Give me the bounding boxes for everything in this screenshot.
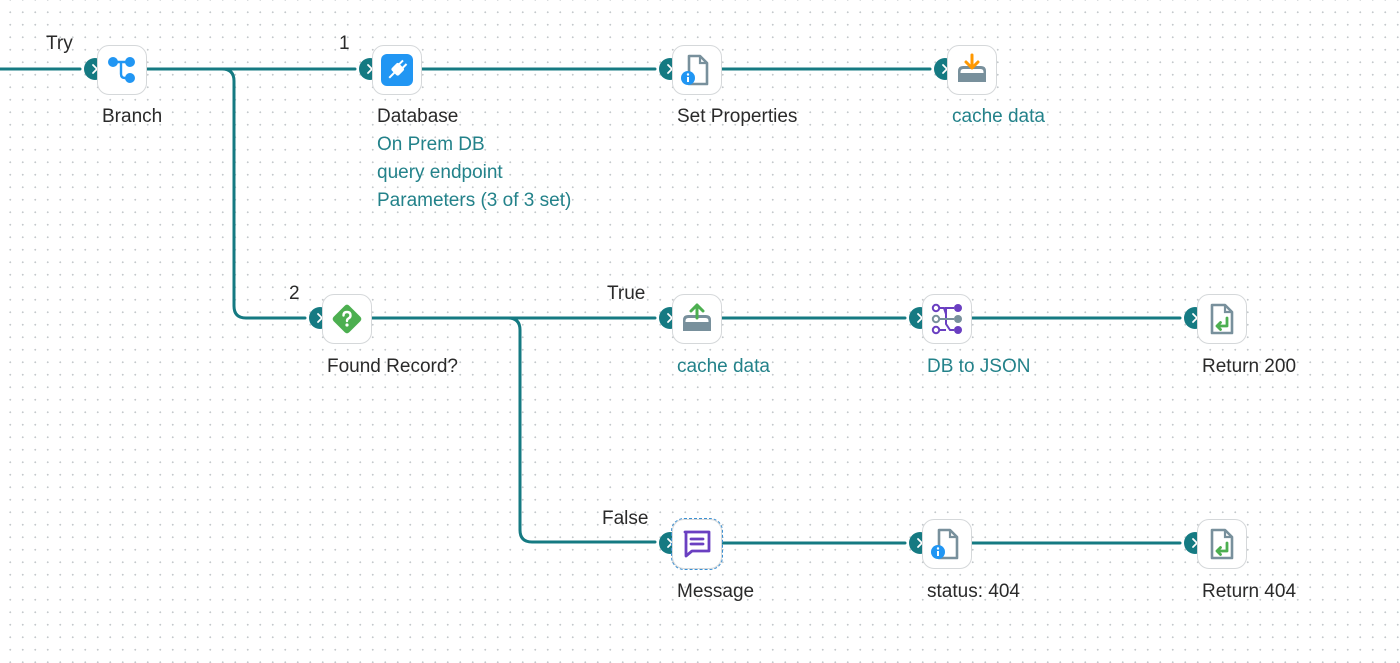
node-branch[interactable]: [84, 45, 147, 95]
message-shape[interactable]: [671, 518, 723, 570]
edge-label-step-2: 2: [289, 283, 300, 304]
node-message[interactable]: [659, 518, 723, 570]
edge-label-true: True: [607, 283, 646, 304]
map-icon: [931, 303, 962, 335]
database-connection-link[interactable]: On Prem DB: [377, 131, 485, 159]
cache-store-icon: [958, 53, 986, 82]
node-status-404[interactable]: [909, 519, 972, 569]
node-found-record[interactable]: [309, 294, 372, 344]
return-document-icon: [1210, 303, 1234, 335]
branch-shape[interactable]: [97, 45, 147, 95]
database-parameters-link[interactable]: Parameters (3 of 3 set): [377, 187, 571, 215]
node-title-cache-retrieve: cache data: [677, 356, 770, 377]
decision-icon: [332, 304, 362, 334]
edge-label-try: Try: [46, 33, 73, 54]
branch-icon: [108, 57, 135, 83]
node-title-return-200: Return 200: [1202, 356, 1297, 377]
cache-retrieve-shape[interactable]: [672, 294, 722, 344]
node-title-status-404: status: 404: [927, 581, 1020, 602]
node-title-branch: Branch: [102, 106, 163, 127]
set-properties-shape[interactable]: [922, 519, 972, 569]
cache-store-shape[interactable]: [947, 45, 997, 95]
node-set-properties[interactable]: [659, 45, 722, 95]
node-return-200[interactable]: [1184, 294, 1247, 344]
node-cache-store[interactable]: [934, 45, 997, 95]
decision-shape[interactable]: [322, 294, 372, 344]
process-canvas[interactable]: Try 1 2 True False Branch Database On Pr…: [0, 0, 1400, 663]
database-operation-link[interactable]: query endpoint: [377, 159, 503, 187]
node-title-db-to-json: DB to JSON: [927, 356, 1031, 377]
node-cache-retrieve[interactable]: [659, 294, 722, 344]
node-title-found-record: Found Record?: [327, 356, 458, 377]
cache-retrieve-icon: [683, 303, 711, 331]
node-title-cache-store: cache data: [952, 106, 1045, 127]
node-database[interactable]: [359, 45, 422, 95]
set-properties-shape[interactable]: [672, 45, 722, 95]
edge-label-step-1: 1: [339, 33, 350, 54]
return-document-icon: [1210, 528, 1234, 560]
database-connector-icon: [381, 54, 413, 86]
return-document-shape[interactable]: [1197, 519, 1247, 569]
edge-label-false: False: [602, 508, 649, 529]
return-document-shape[interactable]: [1197, 294, 1247, 344]
node-db-to-json[interactable]: [909, 294, 972, 344]
node-title-set-properties: Set Properties: [677, 106, 798, 127]
node-title-return-404: Return 404: [1202, 581, 1297, 602]
connector-branch-to-found-record[interactable]: [144, 67, 307, 320]
node-return-404[interactable]: [1184, 519, 1247, 569]
set-properties-icon: [681, 54, 709, 86]
map-shape[interactable]: [922, 294, 972, 344]
database-shape[interactable]: [372, 45, 422, 95]
set-properties-icon: [931, 528, 959, 560]
node-title-database: Database: [377, 106, 459, 127]
node-title-message: Message: [677, 581, 755, 602]
message-icon: [683, 530, 711, 558]
